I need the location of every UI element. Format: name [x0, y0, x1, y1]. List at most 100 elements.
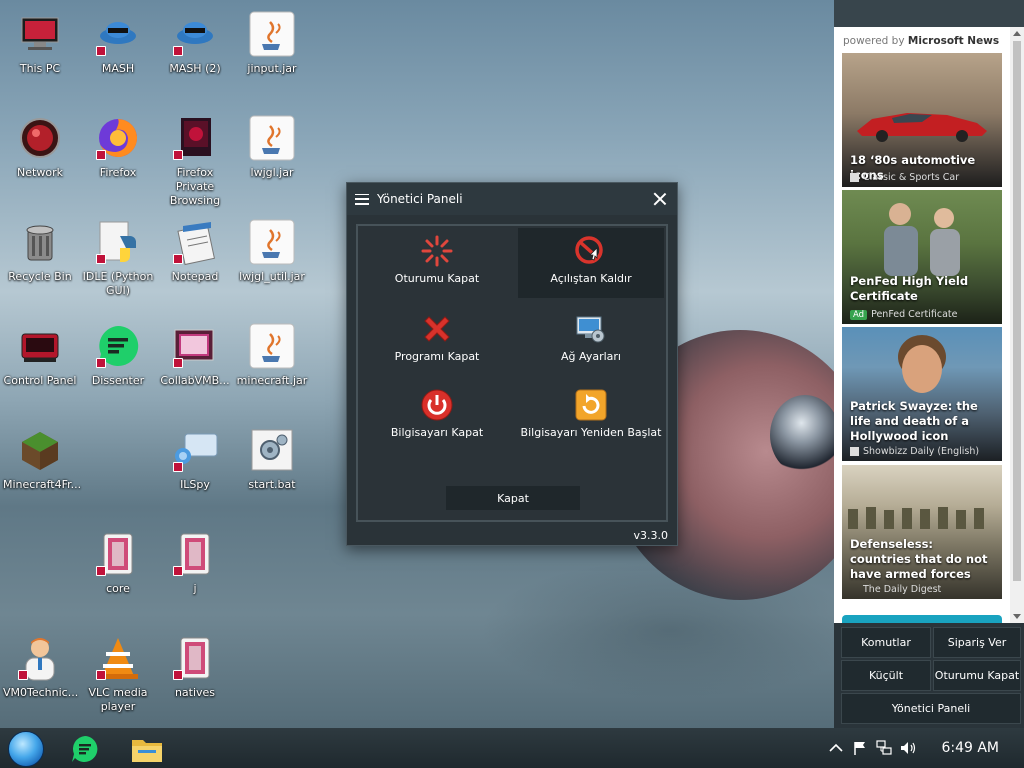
desktop-icon[interactable]: Recycle Bin [1, 218, 79, 284]
desktop-icon[interactable]: Firefox [79, 114, 157, 180]
shortcut-badge-icon [173, 150, 183, 160]
start-orb-icon[interactable] [8, 731, 44, 767]
remove-startup-button[interactable]: Açılıştan Kaldır [518, 228, 664, 298]
network-icon[interactable] [875, 740, 893, 756]
desktop-icon[interactable]: lwjgl.jar [233, 114, 311, 180]
news-card[interactable]: PenFed High Yield Certificate Ad PenFed C… [842, 190, 1002, 324]
desktop-icon[interactable]: This PC [1, 10, 79, 76]
desktop-icon-label: VM0Technic... [3, 686, 79, 699]
desktop-icon[interactable]: minecraft.jar [233, 322, 311, 388]
desktop-icon-label: lwjgl_util.jar [239, 270, 305, 283]
hamburger-menu-icon[interactable] [355, 193, 369, 205]
admin-panel-button[interactable]: Yönetici Paneli [841, 693, 1021, 724]
desktop-icon-label: minecraft.jar [236, 374, 308, 387]
restart-button[interactable]: Bilgisayarı Yeniden Başlat [518, 382, 664, 452]
news-scrollbar[interactable] [1010, 27, 1024, 623]
scroll-up-icon[interactable] [1013, 31, 1021, 36]
shortcut-badge-icon [96, 670, 106, 680]
powered-by: powered by Microsoft News [843, 35, 1000, 47]
computer-icon [16, 10, 64, 58]
news-search-strip[interactable] [842, 615, 1002, 623]
desktop-icon[interactable]: ILSpy [156, 426, 234, 492]
desktop-icon-label: Notepad [171, 270, 219, 283]
shortcut-badge-icon [173, 358, 183, 368]
java-icon [248, 114, 296, 162]
dialog-body: Oturumu Kapat Açılıştan Kaldır Programı … [356, 224, 668, 522]
firefox-private-icon [171, 114, 219, 162]
shortcut-badge-icon [96, 254, 106, 264]
desktop-icon[interactable]: Minecraft4Fr... [1, 426, 82, 492]
desktop-icon[interactable]: IDLE (Python GUI) [79, 218, 157, 298]
desktop-icon[interactable]: Control Panel [1, 322, 79, 388]
news-feed[interactable]: powered by Microsoft News 18 ‘80s automo… [834, 27, 1024, 623]
close-icon[interactable] [653, 192, 667, 206]
close-button[interactable]: Kapat [446, 486, 580, 510]
dialog-title: Yönetici Paneli [377, 192, 463, 206]
minimize-button[interactable]: Küçült [841, 660, 931, 691]
firefox-icon [94, 114, 142, 162]
scroll-down-icon[interactable] [1013, 614, 1021, 619]
chevron-up-icon[interactable] [827, 740, 845, 756]
desktop-icon-label: Control Panel [3, 374, 77, 387]
vlc-icon [94, 634, 142, 682]
python-icon [94, 218, 142, 266]
desktop-icon[interactable]: VLC media player [79, 634, 157, 714]
collabvm-icon [171, 322, 219, 370]
desktop-icon[interactable]: j [156, 530, 234, 596]
dialog-titlebar[interactable]: Yönetici Paneli [347, 183, 677, 215]
file-explorer-icon[interactable] [130, 734, 164, 764]
desktop-icon[interactable]: VM0Technic... [1, 634, 79, 700]
restart-label: Bilgisayarı Yeniden Başlat [520, 426, 662, 439]
desktop-icon[interactable]: lwjgl_util.jar [233, 218, 311, 284]
news-headline: Patrick Swayze: the life and death of a … [850, 399, 978, 443]
logoff-button[interactable]: Oturumu Kapat [364, 228, 510, 298]
volume-icon[interactable] [899, 740, 917, 756]
remove-startup-label: Açılıştan Kaldır [550, 272, 632, 285]
desktop-icon[interactable]: MASH (2) [156, 10, 234, 76]
flag-icon[interactable] [851, 740, 869, 756]
desktop-icon[interactable]: CollabVMB... [156, 322, 234, 388]
desktop-icon-label: Minecraft4Fr... [3, 478, 82, 491]
dissenter-taskbar-icon[interactable] [70, 734, 100, 764]
system-tray: 6:49 AM [827, 728, 1024, 768]
network-settings-label: Ağ Ayarları [561, 350, 621, 363]
desktop-icon[interactable]: core [79, 530, 157, 596]
archive-icon [171, 530, 219, 578]
desktop-icon[interactable]: Dissenter [79, 322, 157, 388]
desktop-icon-label: MASH (2) [169, 62, 221, 75]
desktop-icon[interactable]: Firefox Private Browsing [156, 114, 234, 208]
clock[interactable]: 6:49 AM [941, 740, 999, 756]
desktop-icon-label: natives [174, 686, 216, 699]
shutdown-button[interactable]: Bilgisayarı Kapat [364, 382, 510, 452]
kill-program-label: Programı Kapat [394, 350, 480, 363]
desktop-icon[interactable]: natives [156, 634, 234, 700]
desktop-icon-label: jinput.jar [247, 62, 297, 75]
news-card[interactable]: Patrick Swayze: the life and death of a … [842, 327, 1002, 461]
shortcut-badge-icon [96, 150, 106, 160]
news-headline: Defenseless: countries that do not have … [850, 537, 988, 581]
commands-button[interactable]: Komutlar [841, 627, 931, 658]
desktop-icon[interactable]: jinput.jar [233, 10, 311, 76]
order-button[interactable]: Sipariş Ver [933, 627, 1021, 658]
kill-program-button[interactable]: Programı Kapat [364, 306, 510, 376]
desktop-icon-label: MASH [101, 62, 135, 75]
remove-startup-icon [574, 234, 608, 268]
network-icon [16, 114, 64, 162]
control-panel-icon [16, 322, 64, 370]
network-settings-button[interactable]: Ağ Ayarları [518, 306, 664, 376]
scroll-thumb[interactable] [1013, 41, 1021, 581]
mash-icon [171, 10, 219, 58]
news-source: Classic & Sports Car [850, 172, 959, 183]
news-card[interactable]: 18 ‘80s automotive icons Classic & Sport… [842, 53, 1002, 187]
java-icon [248, 10, 296, 58]
news-card[interactable]: Defenseless: countries that do not have … [842, 465, 1002, 599]
desktop-icon[interactable]: Notepad [156, 218, 234, 284]
taskbar: 6:49 AM [0, 728, 1024, 768]
desktop-icon[interactable]: start.bat [233, 426, 311, 492]
java-icon [248, 218, 296, 266]
desktop-icon-label: j [193, 582, 197, 595]
shortcut-badge-icon [96, 566, 106, 576]
logoff-panel-button[interactable]: Oturumu Kapat [933, 660, 1021, 691]
desktop-icon[interactable]: MASH [79, 10, 157, 76]
desktop-icon[interactable]: Network [1, 114, 79, 180]
